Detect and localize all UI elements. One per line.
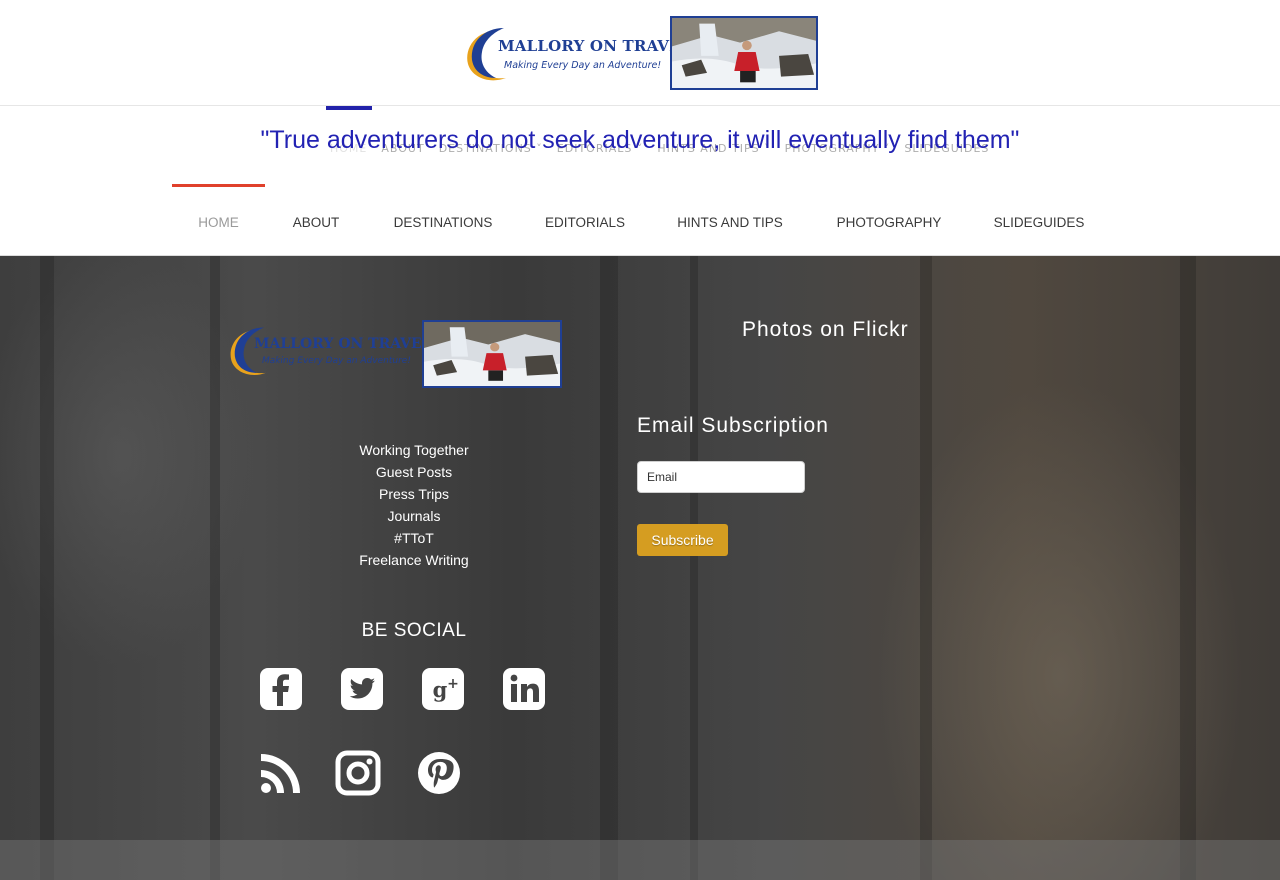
background-tree bbox=[600, 256, 618, 880]
google-plus-icon[interactable]: g + bbox=[420, 666, 466, 712]
footer-link-journals[interactable]: Journals bbox=[314, 505, 514, 527]
footer-logo-photo bbox=[422, 320, 562, 388]
header-quote: "True adventurers do not seek adventure,… bbox=[260, 126, 1020, 154]
subscribe-button[interactable]: Subscribe bbox=[637, 524, 728, 556]
instagram-icon[interactable] bbox=[335, 750, 381, 796]
logo-tagline: Making Every Day an Adventure! bbox=[504, 60, 662, 71]
footer-link-press-trips[interactable]: Press Trips bbox=[314, 483, 514, 505]
site-header: MALLORY ON TRAVEL Making Every Day an Ad… bbox=[0, 0, 1280, 106]
flickr-heading: Photos on Flickr bbox=[742, 318, 909, 341]
linkedin-icon[interactable] bbox=[501, 666, 547, 712]
ghost-nav-indicator bbox=[326, 106, 372, 110]
footer-link-guest-posts[interactable]: Guest Posts bbox=[314, 461, 514, 483]
nav-about[interactable]: ABOUT bbox=[280, 184, 352, 256]
svg-text:g: g bbox=[433, 677, 448, 702]
footer-logo-tagline: Making Every Day an Adventure! bbox=[262, 356, 411, 366]
svg-text:+: + bbox=[447, 676, 459, 692]
footer-logo-swirl-icon bbox=[230, 327, 266, 376]
footer-link-freelance-writing[interactable]: Freelance Writing bbox=[314, 549, 514, 571]
background-tree bbox=[210, 256, 220, 880]
footer-link-working-together[interactable]: Working Together bbox=[314, 439, 514, 461]
nav-hints-and-tips[interactable]: HINTS AND TIPS bbox=[670, 184, 790, 256]
nav-photography[interactable]: PHOTOGRAPHY bbox=[828, 184, 950, 256]
be-social-heading: BE SOCIAL bbox=[361, 620, 467, 641]
footer-logo-title: MALLORY ON TRAVEL bbox=[254, 336, 432, 352]
logo-photo bbox=[670, 16, 818, 90]
logo-title: MALLORY ON TRAVEL bbox=[498, 37, 692, 55]
nav-home[interactable]: HOME bbox=[172, 184, 265, 256]
nav-destinations[interactable]: DESTINATIONS bbox=[383, 184, 503, 256]
background-tree bbox=[1180, 256, 1196, 880]
nav-slideguides[interactable]: SLIDEGUIDES bbox=[985, 184, 1093, 256]
logo-swirl-icon bbox=[467, 28, 506, 81]
facebook-icon[interactable] bbox=[258, 666, 304, 712]
footer-links: Working Together Guest Posts Press Trips… bbox=[314, 439, 514, 571]
background-tree bbox=[40, 256, 54, 880]
email-input[interactable] bbox=[637, 461, 805, 493]
background-tree bbox=[690, 256, 698, 880]
nav-editorials[interactable]: EDITORIALS bbox=[535, 184, 635, 256]
main-nav: HOME ABOUT DESTINATIONS EDITORIALS HINTS… bbox=[0, 184, 1280, 256]
twitter-icon[interactable] bbox=[339, 666, 385, 712]
rss-icon[interactable] bbox=[258, 750, 304, 796]
email-subscription-heading: Email Subscription bbox=[637, 414, 829, 437]
site-logo[interactable]: MALLORY ON TRAVEL Making Every Day an Ad… bbox=[460, 14, 820, 94]
background-tree bbox=[920, 256, 932, 880]
logo-wordmark: MALLORY ON TRAVEL Making Every Day an Ad… bbox=[460, 20, 691, 90]
footer-bottom-bar bbox=[0, 840, 1280, 880]
site-footer: MALLORY ON TRAVEL Making Every Day an Ad… bbox=[0, 256, 1280, 880]
footer-logo[interactable]: MALLORY ON TRAVEL Making Every Day an Ad… bbox=[224, 318, 564, 390]
pinterest-icon[interactable] bbox=[416, 750, 462, 796]
footer-link-ttot[interactable]: #TToT bbox=[314, 527, 514, 549]
